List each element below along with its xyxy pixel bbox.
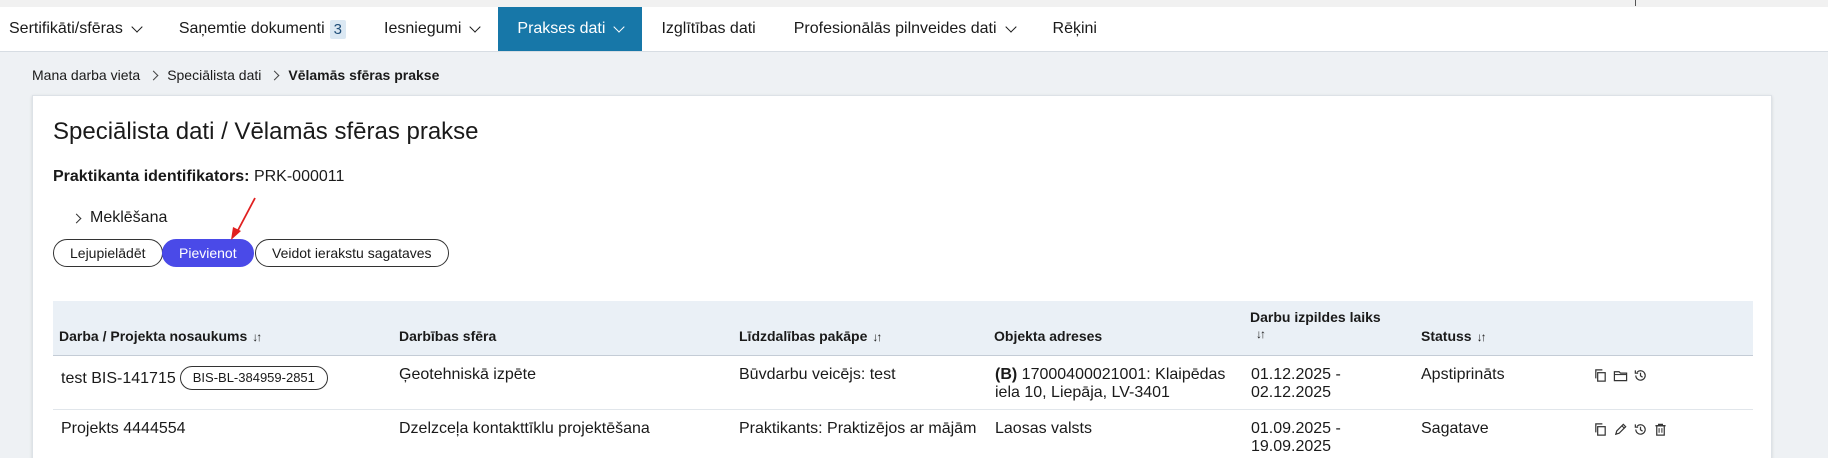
period-end: 02.12.2025 xyxy=(1251,384,1332,401)
address-prefix: (B) xyxy=(995,366,1018,383)
column-header-label: Darba / Projekta nosaukums xyxy=(59,328,248,344)
cell-sphere: Dzelzceļa kontakttīklu projektēšana xyxy=(399,420,650,437)
table-row: Projekts 4444554 Dzelzceļa kontakttīklu … xyxy=(53,410,1753,458)
column-header-status[interactable]: Statuss ↓↑ xyxy=(1421,328,1487,344)
identifier-label: Praktikanta identifikators: xyxy=(53,168,250,185)
project-name: Projekts 4444554 xyxy=(61,420,186,437)
add-button[interactable]: Pievienot xyxy=(162,239,254,267)
copy-icon[interactable] xyxy=(1593,422,1608,437)
column-header-label: Objekta adreses xyxy=(994,328,1103,344)
nav-item-label: Rēķini xyxy=(1052,20,1097,37)
breadcrumb-link-workplace[interactable]: Mana darba vieta xyxy=(32,67,140,83)
table-row: test BIS-141715 BIS-BL-384959-2851 Ģeoteh… xyxy=(53,356,1753,410)
folder-icon[interactable] xyxy=(1613,368,1628,383)
practice-table: Darba / Projekta nosaukums ↓↑ Darbības sf… xyxy=(53,301,1753,458)
nav-item-applications[interactable]: Iesniegumi xyxy=(365,7,498,51)
cell-period: 01.12.2025 -02.12.2025 xyxy=(1251,366,1341,402)
trash-icon[interactable] xyxy=(1653,422,1668,437)
download-button[interactable]: Lejupielādēt xyxy=(53,239,163,267)
sort-icon[interactable]: ↓↑ xyxy=(1256,327,1266,341)
address-text: Laosas valsts xyxy=(995,420,1092,437)
column-header-label: Darbu izpildes laiks xyxy=(1250,309,1381,325)
cell-status: Sagatave xyxy=(1421,420,1489,437)
cell-status: Apstiprināts xyxy=(1421,366,1505,383)
page-title: Speciālista dati / Vēlamās sfēras prakse xyxy=(53,118,479,145)
cell-name: Projekts 4444554 xyxy=(61,420,186,438)
content-card: Speciālista dati / Vēlamās sfēras prakse… xyxy=(32,95,1772,458)
column-header-period[interactable]: Darbu izpildes laiks ↓↑ xyxy=(1250,309,1381,341)
period-start: 01.09.2025 - xyxy=(1251,420,1341,437)
cell-participation: Praktikants: Praktizējos ar mājām xyxy=(739,420,977,437)
count-badge: 3 xyxy=(329,19,347,39)
copy-icon[interactable] xyxy=(1593,368,1608,383)
cell-period: 01.09.2025 -19.09.2025 xyxy=(1251,420,1341,456)
period-start: 01.12.2025 - xyxy=(1251,366,1341,383)
chevron-down-icon xyxy=(613,21,626,33)
sort-icon[interactable]: ↓↑ xyxy=(1477,330,1487,344)
nav-item-practice-data[interactable]: Prakses dati xyxy=(498,7,643,51)
project-name: test BIS-141715 xyxy=(61,370,176,387)
nav-item-label: Sertifikāti/sfēras xyxy=(9,20,123,37)
nav-item-label: Prakses dati xyxy=(517,20,606,37)
column-header-address: Objekta adreses xyxy=(994,328,1102,344)
nav-item-invoices[interactable]: Rēķini xyxy=(1034,7,1116,51)
row-actions xyxy=(1593,368,1648,383)
address-text: 17000400021001: Klaipēdas iela 10, Liepā… xyxy=(995,366,1226,401)
nav-item-label: Izglītības dati xyxy=(661,20,756,37)
column-header-participation[interactable]: Līdzdalības pakāpe ↓↑ xyxy=(739,328,882,344)
nav-item-certificates[interactable]: Sertifikāti/sfēras xyxy=(0,7,160,51)
cell-name: test BIS-141715 BIS-BL-384959-2851 xyxy=(61,366,328,390)
breadcrumb: Mana darba vieta Speciālista dati Vēlamā… xyxy=(32,67,439,83)
chevron-down-icon xyxy=(1004,21,1017,33)
breadcrumb-link-specialist-data[interactable]: Speciālista dati xyxy=(167,67,261,83)
chevron-right-icon xyxy=(148,70,159,80)
column-header-label: Darbības sfēra xyxy=(399,328,497,344)
nav-item-education-data[interactable]: Izglītības dati xyxy=(642,7,774,51)
period-end: 19.09.2025 xyxy=(1251,438,1332,455)
main-nav: Sertifikāti/sfēras Saņemtie dokumenti 3 I… xyxy=(0,7,1828,52)
create-draft-button[interactable]: Veidot ierakstu sagataves xyxy=(255,239,449,267)
search-label: Meklēšana xyxy=(90,209,168,226)
chevron-right-icon xyxy=(71,213,82,223)
top-strip-marker xyxy=(1635,0,1636,6)
chevron-right-icon xyxy=(269,70,280,80)
column-header-label: Statuss xyxy=(1421,328,1472,344)
chevron-down-icon xyxy=(131,21,143,33)
history-icon[interactable] xyxy=(1633,368,1648,383)
sort-icon[interactable]: ↓↑ xyxy=(872,330,882,344)
edit-icon[interactable] xyxy=(1613,422,1628,437)
sort-icon[interactable]: ↓↑ xyxy=(252,330,262,344)
cell-address: Laosas valsts xyxy=(995,420,1235,438)
practitioner-identifier: Praktikanta identifikators: PRK-000011 xyxy=(53,168,344,186)
chevron-down-icon xyxy=(469,21,482,33)
nav-item-label: Saņemtie dokumenti xyxy=(178,20,325,37)
nav-item-label: Iesniegumi xyxy=(384,20,462,37)
column-header-name[interactable]: Darba / Projekta nosaukums ↓↑ xyxy=(59,328,262,344)
search-toggle[interactable]: Meklēšana xyxy=(71,209,168,227)
top-strip xyxy=(0,0,1828,7)
history-icon[interactable] xyxy=(1633,422,1648,437)
identifier-value: PRK-000011 xyxy=(253,168,345,185)
cell-participation: Būvdarbu veicējs: test xyxy=(739,366,896,383)
column-header-label: Līdzdalības pakāpe xyxy=(739,328,868,344)
column-header-sphere: Darbības sfēra xyxy=(399,328,496,344)
cell-sphere: Ģeotehniskā izpēte xyxy=(399,366,536,383)
breadcrumb-current: Vēlamās sfēras prakse xyxy=(288,67,440,83)
cell-address: (B) 17000400021001: Klaipēdas iela 10, L… xyxy=(995,366,1235,402)
row-actions xyxy=(1593,422,1668,437)
bis-badge[interactable]: BIS-BL-384959-2851 xyxy=(179,366,328,390)
table-header: Darba / Projekta nosaukums ↓↑ Darbības sf… xyxy=(53,301,1753,356)
nav-item-received-documents[interactable]: Saņemtie dokumenti 3 xyxy=(160,7,365,51)
annotation-arrow-icon xyxy=(231,197,256,240)
nav-item-professional-development[interactable]: Profesionālās pilnveides dati xyxy=(775,7,1034,51)
nav-item-label: Profesionālās pilnveides dati xyxy=(793,20,997,37)
